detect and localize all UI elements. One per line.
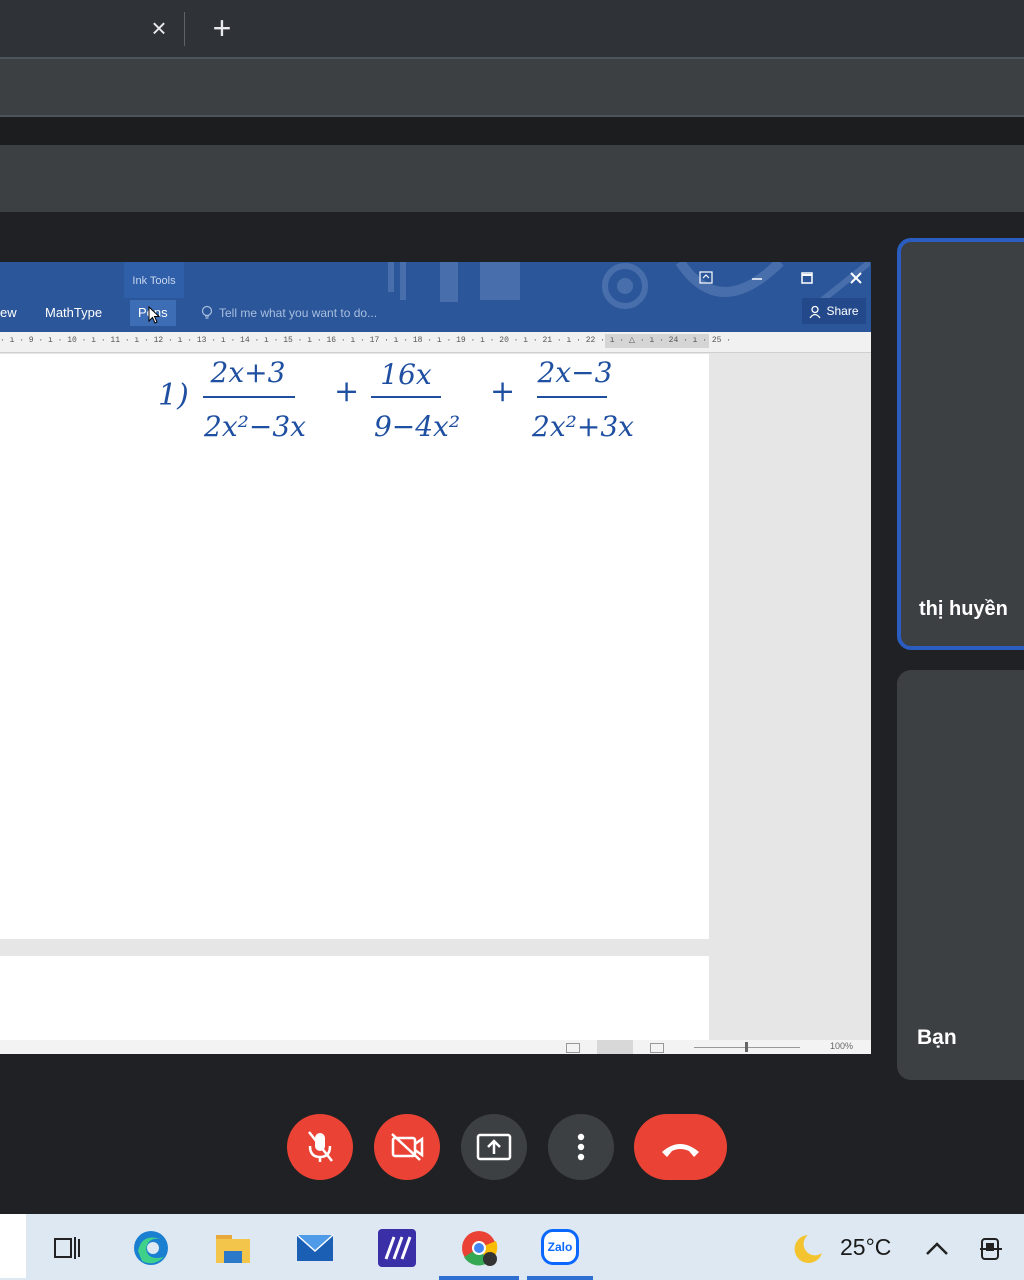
fraction-1-denominator: 2x²−3x [204,410,306,443]
plus-operator-2: + [490,374,516,409]
weather-moon-icon[interactable] [786,1227,832,1269]
horizontal-ruler: · ı · 9 · ı · 10 · ı · 11 · ı · 12 · ı ·… [0,332,871,353]
more-vertical-icon [577,1133,585,1161]
zalo-icon[interactable]: Zalo [538,1227,584,1269]
fraction-3-numerator: 2x−3 [537,356,613,389]
word-status-bar: 100% [0,1040,871,1054]
ruler-ticks: · ı · 9 · ı · 10 · ı · 11 · ı · 12 · ı ·… [0,336,732,345]
tab-separator [184,12,185,46]
read-mode-icon[interactable] [566,1043,580,1053]
person-icon [809,305,822,319]
windows-taskbar: Zalo 25°C [0,1214,1024,1280]
hang-up-icon [662,1144,699,1157]
shared-screen: Ink Tools ew MathType Pens Tell me what … [0,262,871,1054]
participant-name-self: Bạn [917,1026,957,1049]
item-number: 1) [158,378,189,413]
mathtype-icon[interactable] [374,1227,420,1269]
meet-now-icon[interactable] [968,1227,1014,1269]
document-page-2[interactable] [0,956,709,1042]
share-label: Share [826,304,859,318]
mail-icon[interactable] [292,1227,338,1269]
camera-off-icon [391,1133,424,1161]
fraction-1-bar [203,396,295,398]
zoom-slider-thumb[interactable] [745,1042,748,1052]
close-icon[interactable] [842,266,870,290]
web-layout-icon[interactable] [650,1043,664,1053]
tell-me-search[interactable]: Tell me what you want to do... [219,300,377,326]
word-ribbon: Ink Tools ew MathType Pens Tell me what … [0,262,871,332]
fraction-2-numerator: 16x [380,358,432,391]
fraction-1-numerator: 2x+3 [210,356,286,389]
more-options-button[interactable] [548,1114,614,1180]
browser-toolbar [0,57,1024,117]
ribbon-display-options-icon[interactable] [692,266,720,290]
share-button[interactable]: Share [802,298,866,324]
tab-view[interactable]: ew [0,300,17,326]
document-page[interactable]: 1) 2x+3 2x²−3x + 16x 9−4x² + 2x−3 2x²+3x [0,354,709,939]
mouse-cursor-icon [148,306,160,324]
zalo-label: Zalo [541,1229,579,1265]
participant-name: thị huyền [919,598,1008,620]
fraction-3-bar [537,396,607,398]
chrome-active-indicator [439,1276,519,1280]
chevron-up-icon[interactable] [914,1227,960,1269]
maximize-icon[interactable] [793,266,821,290]
print-layout-icon[interactable] [597,1040,633,1054]
mic-off-icon [308,1131,333,1162]
participant-tile-self[interactable]: Bạn [897,670,1024,1080]
temperature[interactable]: 25°C [840,1234,891,1261]
fraction-2-bar [371,396,441,398]
lightbulb-icon [201,305,213,319]
leave-call-button[interactable] [634,1114,727,1180]
tab-close-button[interactable]: × [146,12,172,44]
chrome-icon[interactable] [456,1227,502,1269]
file-explorer-icon[interactable] [210,1227,256,1269]
taskbar-search-box[interactable] [0,1214,26,1278]
browser-divider [0,117,1024,145]
minimize-icon[interactable] [743,266,771,290]
present-screen-button[interactable] [461,1114,527,1180]
browser-tab-strip: × + [0,0,1024,57]
meeting-top-bar [0,145,1024,212]
edge-icon[interactable] [128,1227,174,1269]
plus-operator-1: + [334,374,360,409]
fraction-3-denominator: 2x²+3x [532,410,634,443]
present-screen-icon [476,1133,512,1161]
task-view-icon[interactable] [44,1227,90,1269]
participant-tile-active[interactable]: thị huyền [897,238,1024,650]
tab-mathtype[interactable]: MathType [45,300,102,326]
fraction-2-denominator: 9−4x² [373,410,461,443]
ink-tools-context-label: Ink Tools [124,262,184,298]
zalo-active-indicator [527,1276,593,1280]
mic-toggle-button[interactable] [287,1114,353,1180]
camera-toggle-button[interactable] [374,1114,440,1180]
new-tab-button[interactable]: + [206,10,238,46]
zoom-level[interactable]: 100% [830,1041,853,1051]
